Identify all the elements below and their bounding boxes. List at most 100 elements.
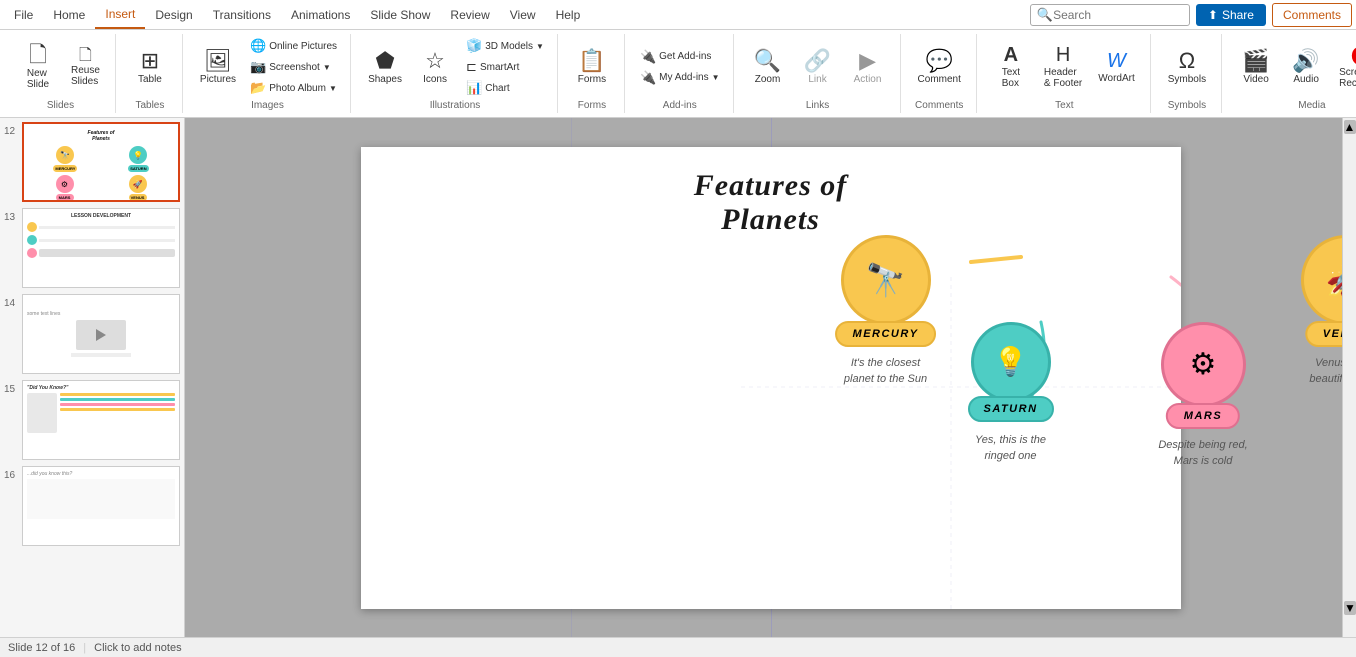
online-pictures-button[interactable]: 🌐 Online Pictures: [245, 36, 342, 56]
planet-mercury-group[interactable]: 🔭 MERCURY It's the closestplanet to the …: [841, 235, 931, 325]
link-icon: 🔗: [804, 50, 831, 72]
photo-album-button[interactable]: 📂 Photo Album ▼: [245, 78, 342, 98]
ribbon-group-media: 🎬 Video 🔊 Audio ⬤ ScreenRecording Media: [1224, 34, 1356, 113]
action-button[interactable]: ▶ Action: [844, 45, 892, 90]
mars-label: MARS: [1166, 403, 1240, 429]
get-addins-button[interactable]: 🔌 Get Add-ins: [635, 47, 725, 67]
slide-item-12[interactable]: 12 Features ofPlanets 🔭 MERCURY 💡 SATURN: [4, 122, 180, 202]
search-box[interactable]: 🔍: [1030, 4, 1190, 26]
my-addins-icon: 🔌: [640, 70, 656, 86]
screenshot-button[interactable]: 📷 Screenshot ▼: [245, 57, 342, 77]
mercury-circle: 🔭: [841, 235, 931, 325]
slide-thumb-15[interactable]: "Did You Know?": [22, 380, 180, 460]
link-button[interactable]: 🔗 Link: [794, 45, 842, 90]
reuse-slides-button[interactable]: 🗋 ReuseSlides: [64, 44, 107, 91]
ribbon-group-comments: 💬 Comment Comments: [903, 34, 977, 113]
slide-number-14: 14: [4, 294, 18, 309]
images-group-label: Images: [251, 98, 284, 111]
shapes-button[interactable]: ⬟ Shapes: [361, 45, 409, 90]
new-slide-button[interactable]: 🗋 NewSlide: [14, 39, 62, 95]
slide-thumb-14[interactable]: some text lines: [22, 294, 180, 374]
tab-review[interactable]: Review: [440, 2, 499, 28]
scroll-down-arrow[interactable]: ▼: [1344, 601, 1356, 615]
search-input[interactable]: [1053, 8, 1183, 22]
comments-button[interactable]: Comments: [1272, 3, 1352, 27]
notes-hint: Click to add notes: [94, 642, 181, 654]
comment-button[interactable]: 💬 Comment: [911, 45, 968, 90]
table-button[interactable]: ⊞ Table: [126, 45, 174, 90]
pictures-button[interactable]: 🖼 Pictures: [193, 45, 243, 90]
table-icon: ⊞: [141, 50, 159, 72]
3d-models-button[interactable]: 🧊 3D Models ▼: [461, 36, 549, 56]
slide-thumb-12[interactable]: Features ofPlanets 🔭 MERCURY 💡 SATURN: [22, 122, 180, 202]
ribbon-group-symbols: Ω Symbols Symbols: [1153, 34, 1222, 113]
mars-circle: ⚙: [1161, 322, 1246, 407]
tab-help[interactable]: Help: [546, 2, 591, 28]
screen-recording-button[interactable]: ⬤ ScreenRecording: [1332, 40, 1356, 94]
ribbon-group-slides: 🗋 NewSlide 🗋 ReuseSlides Slides: [6, 34, 116, 113]
slide-item-14[interactable]: 14 some text lines: [4, 294, 180, 374]
tab-animations[interactable]: Animations: [281, 2, 360, 28]
zoom-button[interactable]: 🔍 Zoom: [744, 45, 792, 90]
slide-item-13[interactable]: 13 Lesson Development: [4, 208, 180, 288]
chart-button[interactable]: 📊 Chart: [461, 78, 549, 98]
screen-recording-icon: ⬤: [1351, 45, 1356, 65]
slide-canvas[interactable]: Features of Planets 🔭 MERCURY It's the c…: [361, 147, 1181, 609]
chart-icon: 📊: [466, 80, 482, 96]
tab-transitions[interactable]: Transitions: [203, 2, 281, 28]
main-layout: 12 Features ofPlanets 🔭 MERCURY 💡 SATURN: [0, 118, 1356, 637]
slide-thumb-16[interactable]: ...did you know this?: [22, 466, 180, 546]
text-group-label: Text: [1055, 98, 1073, 111]
smartart-icon: ⊏: [466, 59, 477, 75]
share-button[interactable]: ⬆ Share: [1196, 4, 1266, 26]
symbols-button[interactable]: Ω Symbols: [1161, 45, 1213, 90]
planet-mars-group[interactable]: ⚙ MARS Despite being red,Mars is cold: [1161, 322, 1246, 407]
slide-panel[interactable]: 12 Features ofPlanets 🔭 MERCURY 💡 SATURN: [0, 118, 185, 637]
wordart-icon: W: [1107, 51, 1126, 71]
header-footer-button[interactable]: H Header& Footer: [1037, 40, 1089, 94]
tab-insert[interactable]: Insert: [95, 1, 145, 29]
saturn-circle: 💡: [971, 322, 1051, 402]
slide-number-12: 12: [4, 122, 18, 137]
ribbon-right-actions: 🔍 ⬆ Share Comments: [1030, 3, 1352, 27]
right-scrollbar[interactable]: ▲ ▼: [1342, 118, 1356, 637]
slide-title: Features of Planets: [694, 169, 848, 237]
media-group-label: Media: [1298, 98, 1325, 111]
slide-item-16[interactable]: 16 ...did you know this?: [4, 466, 180, 546]
tab-slideshow[interactable]: Slide Show: [360, 2, 440, 28]
forms-button[interactable]: 📋 Forms: [568, 45, 616, 90]
illustrations-group-label: Illustrations: [430, 98, 481, 111]
get-addins-icon: 🔌: [640, 49, 656, 65]
canvas-area: Features of Planets 🔭 MERCURY It's the c…: [185, 118, 1356, 637]
slide-number-15: 15: [4, 380, 18, 395]
header-footer-icon: H: [1056, 45, 1070, 65]
ribbon-group-forms: 📋 Forms Forms: [560, 34, 625, 113]
icons-button[interactable]: ☆ Icons: [411, 45, 459, 90]
ribbon-group-images: 🖼 Pictures 🌐 Online Pictures 📷 Screensho…: [185, 34, 351, 113]
shapes-icon: ⬟: [375, 50, 394, 72]
scroll-up-arrow[interactable]: ▲: [1344, 120, 1356, 134]
slide-item-15[interactable]: 15 "Did You Know?": [4, 380, 180, 460]
slide-thumb-13[interactable]: Lesson Development: [22, 208, 180, 288]
zoom-icon: 🔍: [754, 50, 781, 72]
slide-number-13: 13: [4, 208, 18, 223]
textbox-button[interactable]: A TextBox: [987, 40, 1035, 94]
forms-icon: 📋: [578, 50, 605, 72]
video-button[interactable]: 🎬 Video: [1232, 45, 1280, 90]
tab-design[interactable]: Design: [145, 2, 202, 28]
ribbon-group-links: 🔍 Zoom 🔗 Link ▶ Action Links: [736, 34, 901, 113]
tab-home[interactable]: Home: [43, 2, 95, 28]
planet-saturn-group[interactable]: 💡 SATURN Yes, this is theringed one: [971, 322, 1051, 402]
wordart-button[interactable]: W WordArt: [1091, 46, 1142, 89]
smartart-button[interactable]: ⊏ SmartArt: [461, 57, 549, 77]
ribbon-group-illustrations: ⬟ Shapes ☆ Icons 🧊 3D Models ▼ ⊏ SmartAr: [353, 34, 558, 113]
my-addins-dropdown-icon: ▼: [712, 73, 720, 82]
my-addins-button[interactable]: 🔌 My Add-ins ▼: [635, 68, 725, 88]
ribbon-group-text: A TextBox H Header& Footer W WordArt Tex…: [979, 34, 1151, 113]
reuse-slides-icon: 🗋: [79, 48, 92, 64]
tab-file[interactable]: File: [4, 2, 43, 28]
online-pictures-icon: 🌐: [250, 38, 266, 54]
audio-button[interactable]: 🔊 Audio: [1282, 45, 1330, 90]
3d-models-dropdown-icon: ▼: [536, 42, 544, 51]
tab-view[interactable]: View: [500, 2, 546, 28]
